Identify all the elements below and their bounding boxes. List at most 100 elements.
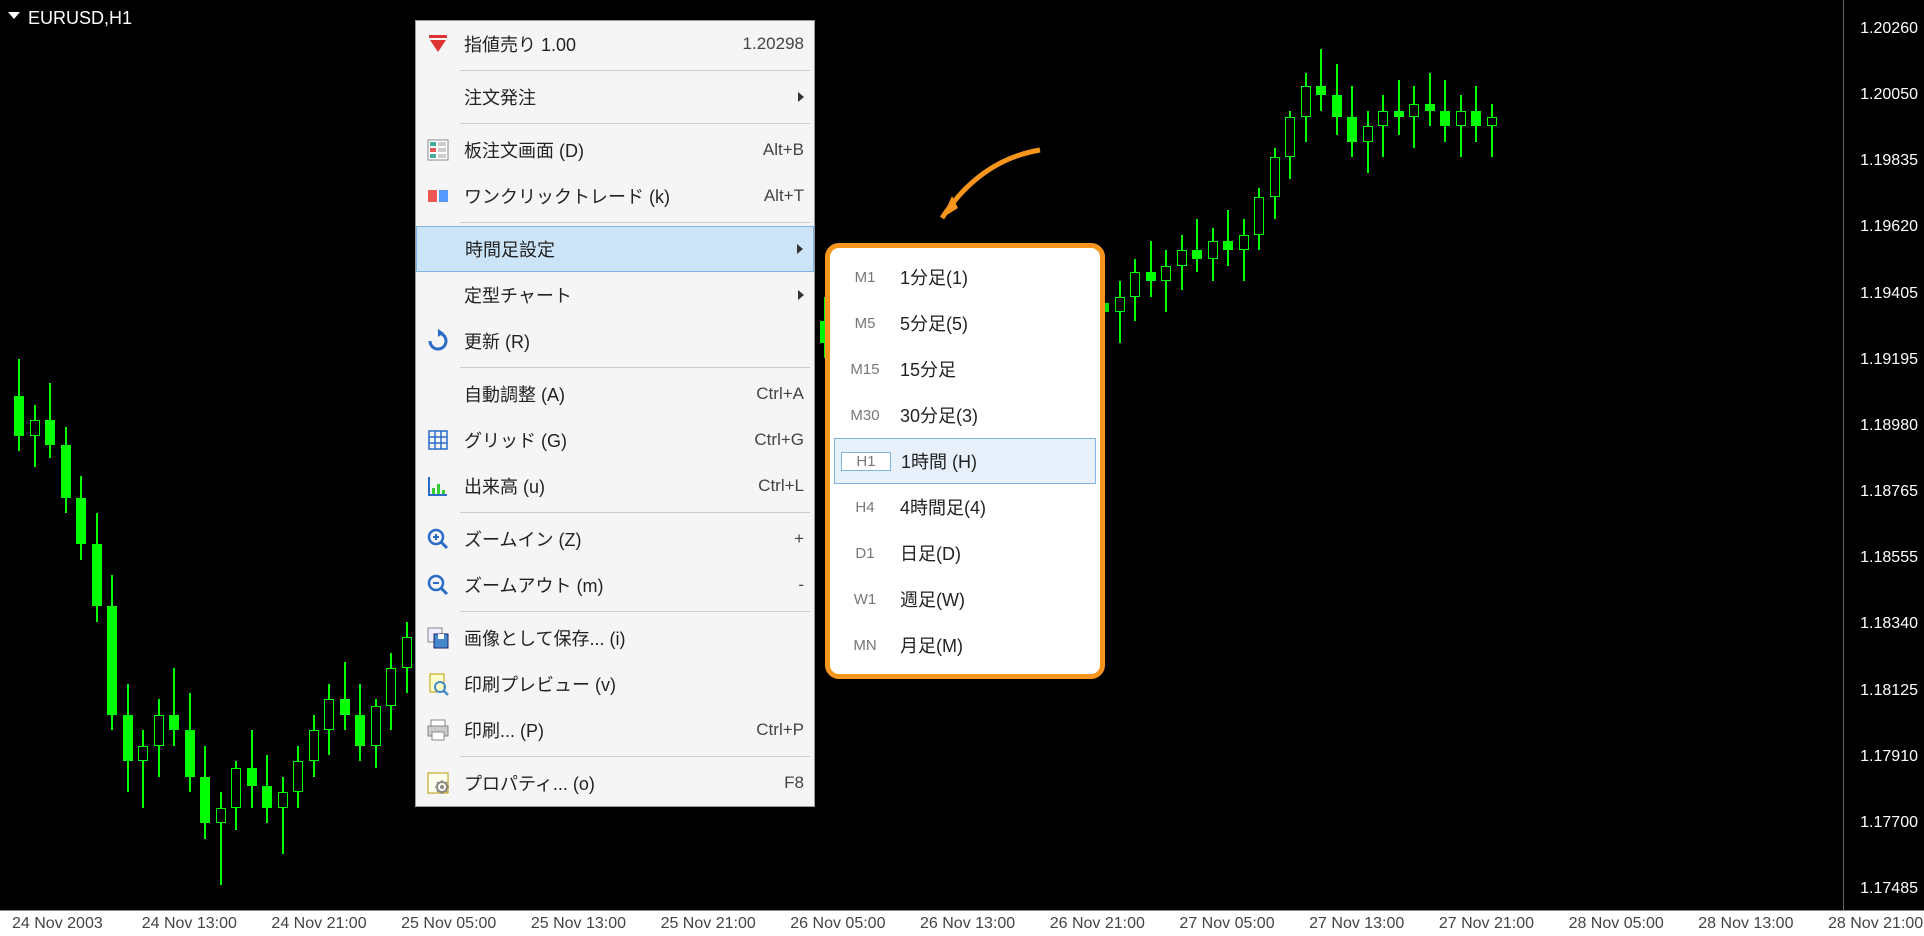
menu-item[interactable]: 板注文画面 (D)Alt+B	[416, 127, 814, 173]
candle	[1115, 0, 1125, 910]
price-axis: 1.202601.200501.198351.196201.194051.191…	[1844, 0, 1924, 910]
price-tick: 1.18765	[1860, 483, 1918, 501]
menu-item-shortcut: Ctrl+A	[756, 384, 804, 404]
submenu-arrow-icon	[797, 244, 803, 254]
candle	[371, 0, 381, 910]
timeframe-label: 30分足(3)	[890, 402, 1086, 428]
timeframe-item-m1[interactable]: M11分足(1)	[834, 254, 1096, 300]
menu-item[interactable]: 出来高 (u)Ctrl+L	[416, 463, 814, 509]
menu-item[interactable]: 時間足設定	[416, 226, 814, 272]
save-icon	[416, 615, 460, 661]
timeframe-label: 1分足(1)	[890, 264, 1086, 290]
candle	[1177, 0, 1187, 910]
candle	[123, 0, 133, 910]
candle	[293, 0, 303, 910]
preview-icon	[416, 661, 460, 707]
candle	[1301, 0, 1311, 910]
timeframe-item-m5[interactable]: M55分足(5)	[834, 300, 1096, 346]
candle	[1487, 0, 1497, 910]
timeframe-item-h4[interactable]: H44時間足(4)	[834, 484, 1096, 530]
menu-item-shortcut: Alt+B	[763, 140, 804, 160]
menu-separator	[460, 611, 810, 612]
timeframe-code: M1	[840, 268, 890, 287]
candle	[1223, 0, 1233, 910]
menu-item[interactable]: 画像として保存... (i)	[416, 615, 814, 661]
candle	[1316, 0, 1326, 910]
timeframe-item-d1[interactable]: D1日足(D)	[834, 530, 1096, 576]
menu-item[interactable]: 更新 (R)	[416, 318, 814, 364]
timeframe-code: D1	[840, 544, 890, 563]
price-tick: 1.17700	[1860, 814, 1918, 832]
menu-item-shortcut: -	[798, 575, 804, 595]
menu-item[interactable]: グリッド (G)Ctrl+G	[416, 417, 814, 463]
menu-separator	[460, 367, 810, 368]
candle	[1471, 0, 1481, 910]
menu-item[interactable]: ズームイン (Z)+	[416, 516, 814, 562]
menu-item-label: 時間足設定	[461, 236, 789, 262]
candle	[1363, 0, 1373, 910]
menu-item-label: ズームアウト (m)	[460, 572, 798, 598]
candle	[1440, 0, 1450, 910]
menu-item-label: 指値売り 1.00	[460, 31, 743, 57]
candle	[92, 0, 102, 910]
candle	[185, 0, 195, 910]
menu-item[interactable]: ズームアウト (m)-	[416, 562, 814, 608]
timeframe-label: 日足(D)	[890, 540, 1086, 566]
candle	[1409, 0, 1419, 910]
timeframe-label: 15分足	[890, 356, 1086, 382]
timeframe-item-w1[interactable]: W1週足(W)	[834, 576, 1096, 622]
candle	[1130, 0, 1140, 910]
timeframe-label: 月足(M)	[890, 632, 1086, 658]
menu-item[interactable]: 注文発注	[416, 74, 814, 120]
menu-item[interactable]: 印刷プレビュー (v)	[416, 661, 814, 707]
blank	[416, 272, 460, 318]
timeframe-item-mn[interactable]: MN月足(M)	[834, 622, 1096, 668]
time-tick: 28 Nov 21:00	[1828, 915, 1923, 933]
timeframe-item-m30[interactable]: M3030分足(3)	[834, 392, 1096, 438]
candle	[138, 0, 148, 910]
zoomin-icon	[416, 516, 460, 562]
candle	[216, 0, 226, 910]
menu-item[interactable]: 指値売り 1.001.20298	[416, 21, 814, 67]
menu-item-label: 注文発注	[460, 84, 790, 110]
menu-item[interactable]: プロパティ... (o)F8	[416, 760, 814, 806]
submenu-arrow-icon	[798, 290, 804, 300]
candle	[61, 0, 71, 910]
refresh-icon	[416, 318, 460, 364]
menu-item-shortcut: Alt+T	[764, 186, 804, 206]
timeframe-code: H4	[840, 498, 890, 517]
timeframe-submenu[interactable]: M11分足(1)M55分足(5)M1515分足M3030分足(3)H11時間 (…	[825, 243, 1105, 679]
candle	[386, 0, 396, 910]
menu-item-shortcut: Ctrl+P	[756, 720, 804, 740]
menu-item-shortcut: Ctrl+G	[754, 430, 804, 450]
blank	[417, 227, 461, 271]
menu-item[interactable]: 自動調整 (A)Ctrl+A	[416, 371, 814, 417]
price-tick: 1.18340	[1860, 615, 1918, 633]
menu-item-label: 印刷... (P)	[460, 717, 756, 743]
timeframe-label: 週足(W)	[890, 586, 1086, 612]
menu-item[interactable]: ワンクリックトレード (k)Alt+T	[416, 173, 814, 219]
candle	[107, 0, 117, 910]
blank	[416, 371, 460, 417]
price-tick: 1.18980	[1860, 417, 1918, 435]
timeframe-code: MN	[840, 636, 890, 655]
price-tick: 1.19405	[1860, 285, 1918, 303]
chart-context-menu[interactable]: 指値売り 1.001.20298注文発注板注文画面 (D)Alt+Bワンクリック…	[415, 20, 815, 807]
time-tick: 26 Nov 13:00	[920, 915, 1015, 933]
candle	[340, 0, 350, 910]
oneclick-icon	[416, 173, 460, 219]
candle	[45, 0, 55, 910]
time-tick: 28 Nov 05:00	[1569, 915, 1664, 933]
time-tick: 24 Nov 21:00	[271, 915, 366, 933]
timeframe-code: M15	[840, 360, 890, 379]
candle	[1425, 0, 1435, 910]
menu-item-label: ワンクリックトレード (k)	[460, 183, 764, 209]
menu-item[interactable]: 定型チャート	[416, 272, 814, 318]
menu-item-shortcut: F8	[784, 773, 804, 793]
menu-item[interactable]: 印刷... (P)Ctrl+P	[416, 707, 814, 753]
timeframe-item-h1[interactable]: H11時間 (H)	[834, 438, 1096, 484]
price-tick: 1.20260	[1860, 20, 1918, 38]
timeframe-item-m15[interactable]: M1515分足	[834, 346, 1096, 392]
price-tick: 1.17910	[1860, 748, 1918, 766]
candle	[14, 0, 24, 910]
